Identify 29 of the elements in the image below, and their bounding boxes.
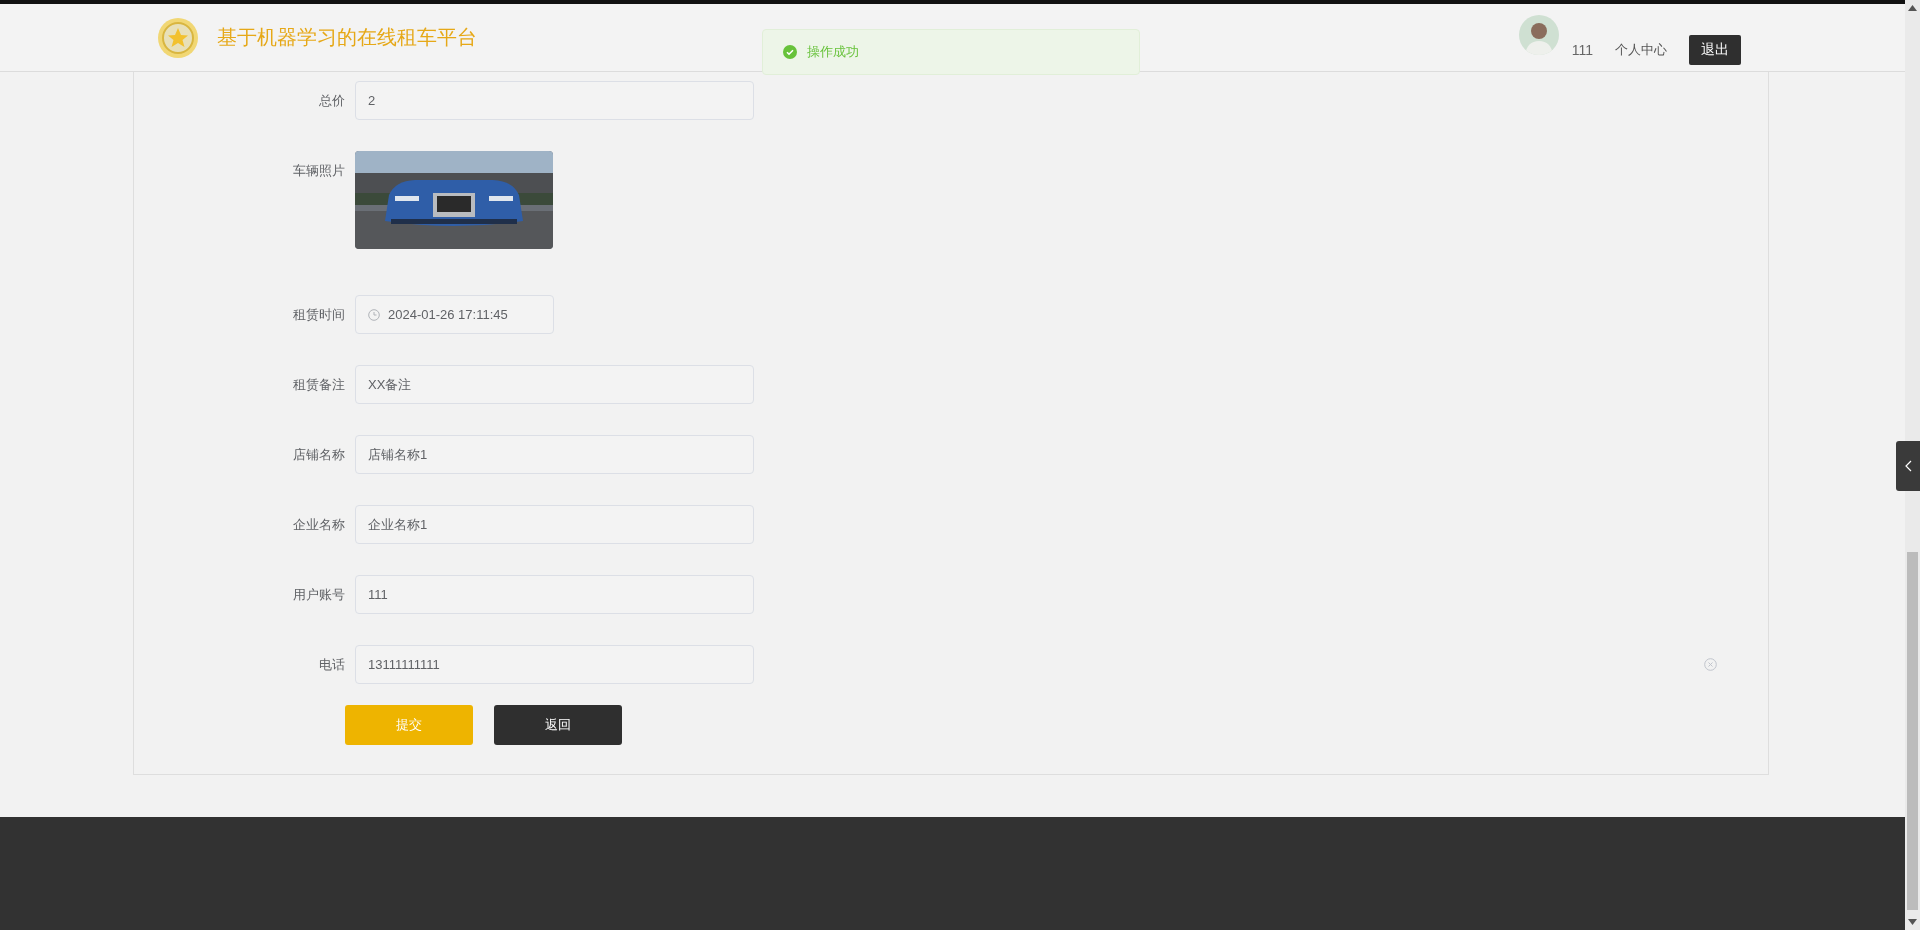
field-label: 企业名称 [292, 516, 346, 534]
scroll-down-icon[interactable] [1908, 919, 1917, 925]
back-button[interactable]: 返回 [494, 705, 622, 745]
text-field[interactable]: 13111111111 [355, 645, 754, 684]
logo-icon [157, 16, 199, 59]
text-field[interactable]: 企业名称1 [355, 505, 754, 544]
clock-icon [368, 308, 380, 321]
collapse-tab[interactable] [1896, 441, 1920, 491]
field-label: 总价 [318, 92, 346, 110]
logout-button[interactable]: 退出 [1689, 34, 1741, 65]
text-field[interactable]: 2 [355, 81, 754, 120]
scroll-up-icon[interactable] [1908, 5, 1917, 11]
text-field[interactable]: XX备注 [355, 365, 754, 404]
check-icon [783, 45, 797, 59]
field-label: 店铺名称 [292, 446, 346, 464]
field-label: 租赁备注 [292, 376, 346, 394]
scrollbar[interactable] [1905, 0, 1920, 930]
text-field[interactable]: 店铺名称1 [355, 435, 754, 474]
field-label: 电话 [318, 656, 346, 674]
nav-link[interactable]: 个人中心 [1615, 40, 1667, 59]
date-time-field[interactable]: 2024-01-26 17:11:45 [355, 295, 554, 334]
chevron-left-icon [1904, 460, 1912, 472]
field-label: 车辆照片 [292, 162, 346, 180]
field-label: 用户账号 [292, 586, 346, 604]
toast: 操作成功 [762, 29, 1140, 75]
user-name: 111 [1571, 41, 1593, 58]
field-label: 租赁时间 [292, 306, 346, 324]
site-title: 基于机器学习的在线租车平台 [217, 25, 477, 50]
text-field[interactable]: 111 [355, 575, 754, 614]
